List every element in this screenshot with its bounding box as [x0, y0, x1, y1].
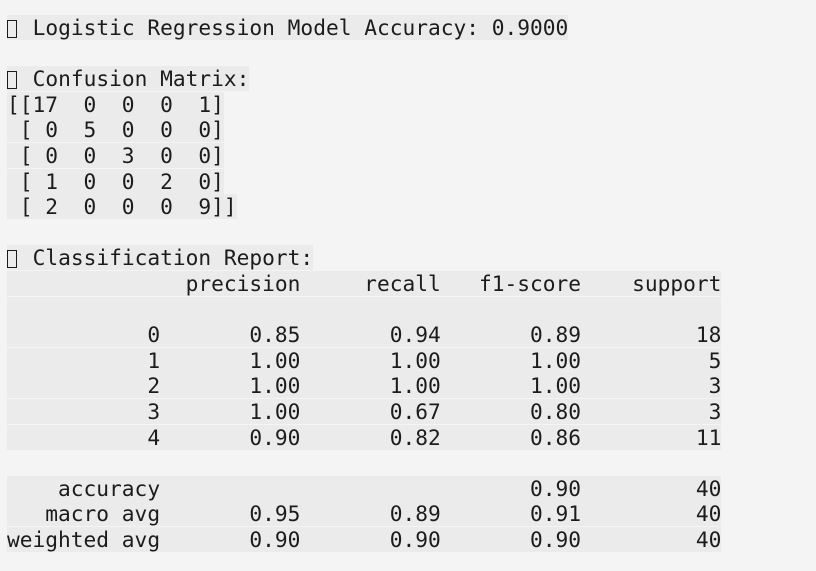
missing-glyph-icon: [7, 71, 17, 90]
report-cell: 1.00: [440, 347, 582, 373]
report-cell: 0.91: [440, 501, 582, 527]
report-column-header: recall: [300, 270, 441, 296]
report-summary-row-text: macro avg 0.95 0.89 0.91 40: [7, 501, 722, 527]
confusion-matrix-row-text: [ 0 5 0 0 0]: [7, 117, 224, 143]
report-cell: [160, 476, 300, 501]
report-summary-row-text: accuracy 0.90 40: [7, 475, 722, 501]
report-class-row-text: 2 1.00 1.00 1.00 3: [7, 373, 722, 399]
report-header-spacer: [7, 271, 160, 296]
report-cell: 11: [581, 424, 722, 450]
report-cell: 1.00: [440, 373, 582, 399]
confusion-matrix-row-text: [[17 0 0 0 1]: [7, 91, 224, 117]
notebook-output: { "accuracy_line": { "icon": "missing-gl…: [0, 0, 816, 571]
report-blank-row: [7, 296, 722, 323]
report-class-row: 3 1.00 0.67 0.80 3: [7, 398, 722, 425]
report-row-label: 2: [7, 373, 161, 399]
report-cell: 0.90: [440, 475, 582, 501]
report-row-label: 0: [7, 322, 161, 348]
report-class-row-text: 0 0.85 0.94 0.89 18: [7, 322, 722, 348]
report-cell: 0.89: [440, 322, 582, 348]
report-row-label: weighted avg: [7, 526, 161, 552]
report-title: Classification Report:: [32, 245, 314, 271]
report-cell: 0.90: [160, 424, 301, 450]
confusion-matrix-row: [ 1 0 0 2 0]: [7, 168, 721, 195]
confusion-matrix-row: [ 0 5 0 0 0]: [7, 117, 721, 143]
report-cell: 3: [581, 373, 722, 399]
report-class-row-text: 4 0.90 0.82 0.86 11: [7, 424, 722, 450]
report-cell: 0.86: [440, 424, 582, 450]
report-cell: 0.90: [300, 526, 441, 552]
accuracy-text: Logistic Regression Model Accuracy: 0.90…: [32, 15, 569, 40]
report-cell: 18: [581, 322, 722, 348]
report-header-row-text: precision recall f1-score support: [7, 270, 722, 296]
report-class-row-text: 1 1.00 1.00 1.00 5: [7, 347, 722, 373]
report-summary-row-text: weighted avg 0.90 0.90 0.90 40: [7, 526, 722, 552]
report-cell: 0.95: [160, 501, 301, 527]
confusion-matrix-row: [[17 0 0 0 1]: [7, 91, 721, 118]
report-blank-row-text: [7, 296, 722, 322]
report-cell: 40: [581, 475, 722, 501]
confusion-matrix-title-highlight: Confusion Matrix:: [7, 66, 250, 92]
report-cell: 1.00: [160, 347, 301, 373]
report-cell: 0.90: [160, 526, 301, 552]
confusion-matrix-row-text: [ 0 0 3 0 0]: [7, 142, 224, 168]
report-cell: 0.89: [300, 501, 441, 527]
report-row-label: accuracy: [7, 475, 161, 501]
report-cell: 1.00: [300, 373, 441, 399]
report-row-label: macro avg: [7, 501, 161, 527]
report-row-label: 4: [7, 424, 161, 450]
confusion-matrix-row: [ 2 0 0 0 9]]: [7, 194, 721, 220]
report-cell: 40: [581, 501, 722, 527]
report-cell: 0.67: [300, 398, 441, 424]
report-cell: 1.00: [160, 398, 301, 424]
report-class-row-text: 3 1.00 0.67 0.80 3: [7, 398, 722, 424]
report-summary-row: accuracy 0.90 40: [7, 475, 722, 502]
report-header-row: precision recall f1-score support: [7, 270, 722, 297]
confusion-matrix-row-text: [ 1 0 0 2 0]: [7, 168, 224, 194]
confusion-matrix-title: Confusion Matrix:: [32, 66, 250, 92]
report-cell: 0.90: [440, 526, 582, 552]
report-cell: 0.80: [440, 398, 582, 424]
report-cell: 40: [581, 526, 722, 552]
report-cell: [300, 476, 440, 501]
confusion-matrix-row: [ 0 0 3 0 0]: [7, 142, 721, 169]
report-cell: 1.00: [160, 373, 301, 399]
report-class-row: 0 0.85 0.94 0.89 18: [7, 322, 722, 348]
report-column-header: support: [581, 270, 722, 296]
report-column-header: f1-score: [440, 270, 582, 296]
report-column-header: precision: [160, 270, 301, 296]
report-class-row: 4 0.90 0.82 0.86 11: [7, 424, 722, 451]
missing-glyph-icon: [7, 20, 17, 38]
report-cell: 3: [581, 398, 722, 424]
report-cell: 1.00: [300, 347, 441, 373]
report-row-label: 1: [7, 347, 161, 373]
report-cell: 0.85: [160, 322, 301, 348]
confusion-matrix-row-text: [ 2 0 0 0 9]]: [7, 194, 237, 220]
classification-report-table: precision recall f1-score support 0 0.85…: [7, 270, 722, 553]
report-class-row: 2 1.00 1.00 1.00 3: [7, 373, 722, 399]
accuracy-line: Logistic Regression Model Accuracy: 0.90…: [7, 15, 721, 41]
report-cell: 0.94: [300, 322, 441, 348]
report-title-highlight: Classification Report:: [7, 245, 314, 271]
missing-glyph-icon: [7, 250, 17, 269]
report-title-line: Classification Report:: [7, 245, 721, 271]
report-cell: 0.82: [300, 424, 441, 450]
accuracy-highlight: Logistic Regression Model Accuracy: 0.90…: [7, 15, 569, 40]
report-row-label: 3: [7, 398, 161, 424]
cell-output: Logistic Regression Model Accuracy: 0.90…: [7, 15, 722, 553]
report-cell: 5: [581, 347, 722, 373]
report-summary-row: weighted avg 0.90 0.90 0.90 40: [7, 526, 722, 553]
confusion-matrix-title-line: Confusion Matrix:: [7, 66, 721, 92]
report-class-row: 1 1.00 1.00 1.00 5: [7, 347, 722, 374]
report-summary-row: macro avg 0.95 0.89 0.91 40: [7, 501, 722, 527]
